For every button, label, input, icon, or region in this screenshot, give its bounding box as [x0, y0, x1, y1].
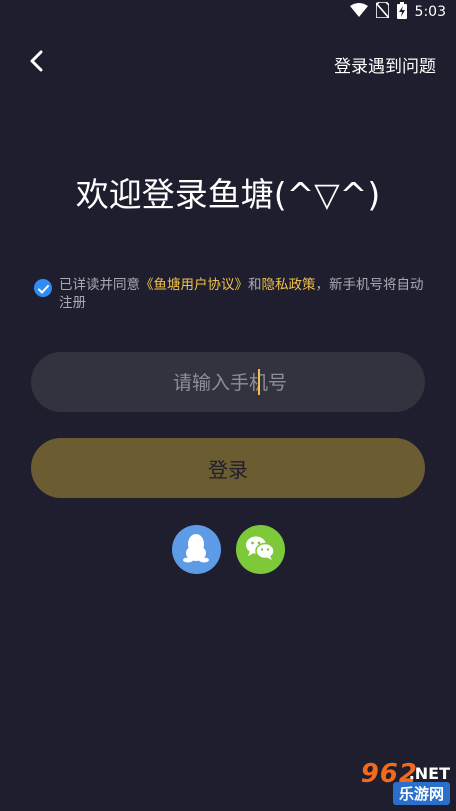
privacy-policy-link[interactable]: 隐私政策	[262, 277, 316, 293]
phone-field[interactable]	[31, 352, 429, 414]
checkmark-icon	[37, 279, 49, 298]
wechat-icon	[245, 535, 275, 565]
back-button[interactable]	[22, 48, 50, 78]
phone-input[interactable]	[31, 352, 429, 414]
battery-charging-icon	[396, 1, 407, 23]
login-button[interactable]: 登录	[31, 438, 425, 498]
agreement-text: 已详读并同意《鱼塘用户协议》和隐私政策，新手机号将自动注册	[59, 276, 429, 312]
text-caret	[258, 369, 260, 395]
qq-penguin-icon	[183, 533, 209, 567]
user-agreement-link[interactable]: 《鱼塘用户协议》	[140, 277, 248, 293]
wechat-login-button[interactable]	[235, 525, 285, 574]
status-bar: 5:03	[0, 0, 456, 24]
agreement-checkbox[interactable]	[34, 279, 52, 297]
status-time: 5:03	[414, 4, 446, 20]
qq-login-button[interactable]	[171, 525, 221, 574]
page-title: 欢迎登录鱼塘(^▽^)	[75, 175, 381, 214]
chevron-left-icon	[29, 50, 43, 76]
wifi-icon	[349, 2, 368, 22]
agreement-conjunction: 和	[248, 277, 262, 293]
watermark-suffix: .NET	[408, 764, 450, 783]
status-icons: 5:03	[349, 1, 446, 23]
watermark-text: 乐游网	[392, 782, 450, 805]
no-sim-icon	[374, 1, 390, 22]
agreement-row: 已详读并同意《鱼塘用户协议》和隐私政策，新手机号将自动注册	[34, 276, 434, 312]
login-help-link[interactable]: 登录遇到问题	[334, 52, 436, 77]
agreement-prefix: 已详读并同意	[59, 277, 140, 293]
social-login	[0, 525, 456, 574]
site-watermark: 962 .NET 乐游网	[324, 759, 450, 805]
